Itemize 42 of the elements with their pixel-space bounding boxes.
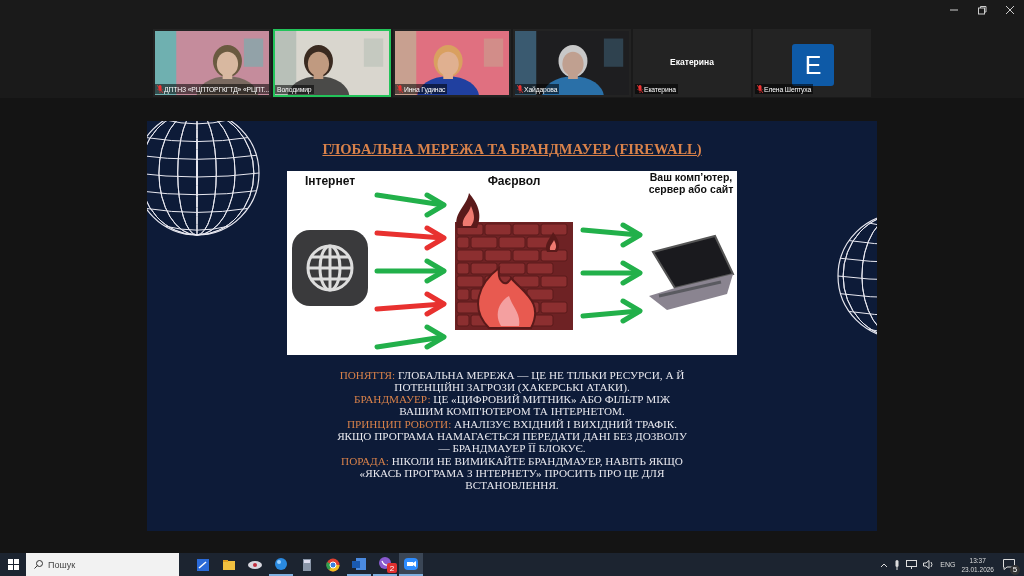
ball-icon bbox=[275, 557, 287, 570]
notification-count: 5 bbox=[1010, 564, 1020, 575]
calculator-icon bbox=[303, 558, 311, 571]
microphone-icon[interactable] bbox=[894, 559, 901, 570]
folder-icon bbox=[223, 559, 235, 570]
muted-mic-icon bbox=[517, 85, 523, 93]
pen-icon bbox=[197, 558, 209, 571]
participant-name: Екатерина bbox=[669, 57, 715, 67]
windows-icon bbox=[7, 559, 19, 570]
search-field[interactable]: Пошук bbox=[26, 553, 179, 576]
slide-paragraph: БРАНДМАУЕР: ЦЕ «ЦИФРОВИЙ МИТНИК» АБО ФІЛЬТР МІЖ ВАШИМ КОМП'ЮТЕРОМ ТА ІНТЕРНЕТОМ. bbox=[353, 393, 671, 418]
taskbar-app[interactable] bbox=[399, 553, 423, 576]
round-icon bbox=[326, 558, 340, 571]
badge: 2 bbox=[387, 563, 397, 573]
close-icon bbox=[1005, 5, 1015, 15]
speaker-icon[interactable] bbox=[923, 560, 935, 569]
disc-icon bbox=[248, 560, 262, 569]
chevron-up-icon[interactable] bbox=[880, 561, 889, 568]
message-icon bbox=[1003, 559, 1015, 570]
muted-mic-icon bbox=[637, 85, 643, 93]
notifications-button[interactable]: 5 bbox=[1000, 555, 1018, 574]
slide-paragraph: ПОНЯТТЯ: ГЛОБАЛЬНА МЕРЕЖА — ЦЕ НЕ ТІЛЬКИ РЕСУРСИ, А Й ПОТЕНЦІЙНІ ЗАГРОЗИ (ХАКЕРСЬКІ АТАКИ). bbox=[338, 368, 686, 394]
search-icon bbox=[34, 560, 43, 569]
arrow bbox=[580, 260, 643, 285]
document-icon bbox=[352, 557, 366, 570]
diagram-label: Ваш комп’ютер, сервер або сайт bbox=[647, 170, 735, 196]
restore-icon bbox=[977, 5, 987, 15]
muted-mic-icon bbox=[397, 85, 403, 93]
arrow bbox=[580, 298, 643, 323]
slide-paragraph: ПОРАДА: НІКОЛИ НЕ ВИМИКАЙТЕ БРАНДМАУЕР, НАВІТЬ ЯКЩО «ЯКАСЬ ПРОГРАМА З ІНТЕРНЕТУ» ПРОСИТЬ ПРО ЦЕ ДЛЯ ВСТАНОВЛЕННЯ. bbox=[340, 454, 684, 492]
muted-mic-icon bbox=[157, 85, 163, 93]
avatar: E bbox=[792, 44, 834, 86]
muted-mic-icon bbox=[757, 85, 763, 93]
diagram-label: Інтернет bbox=[304, 173, 356, 188]
slide-title: ГЛОБАЛЬНА МЕРЕЖА ТА БРАНДМАУЕР (FIREWALL) bbox=[322, 140, 702, 158]
monitor-icon[interactable] bbox=[906, 560, 918, 569]
diagram-label: Фаєрвол bbox=[487, 173, 541, 188]
arrow bbox=[580, 222, 643, 247]
video-app-icon bbox=[404, 557, 418, 570]
taskbar-app[interactable]: 2 bbox=[373, 553, 397, 576]
globe-icon bbox=[292, 229, 368, 306]
slide-paragraph: ПРИНЦИП РОБОТИ: АНАЛІЗУЄ ВХІДНИЙ І ВИХІДНИЙ ТРАФІК. ЯКЩО ПРОГРАМА НАМАГАЄТЬСЯ ПЕРЕДАТИ ДАНІ БЕЗ ДОЗВОЛУ — БРАНДМАУЕР ЇЇ БЛОКУЄ. bbox=[336, 417, 688, 455]
